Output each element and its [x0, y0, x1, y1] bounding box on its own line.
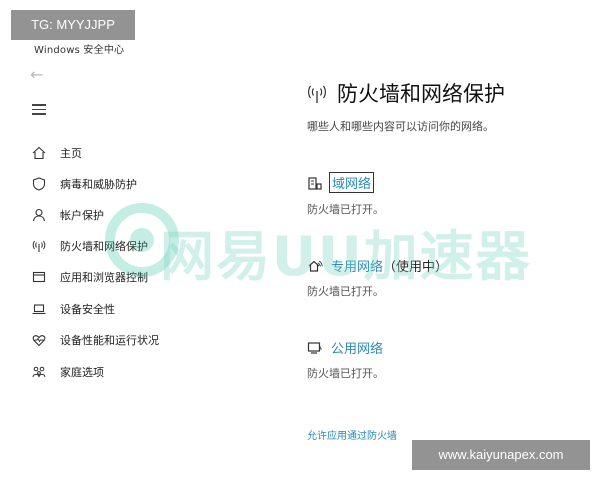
- watermark-text: 网易UU加速器: [160, 225, 532, 288]
- overlay-badge-top-left: TG: MYYJJPP: [11, 10, 135, 40]
- back-arrow-icon[interactable]: ←: [30, 66, 48, 84]
- network-status: 防火墙已打开。: [307, 367, 384, 380]
- browser-window-icon: [31, 269, 47, 285]
- laptop-icon: [31, 301, 47, 317]
- network-item-public[interactable]: 公用网络 防火墙已打开。: [307, 338, 600, 388]
- allow-app-through-firewall-link[interactable]: 允许应用通过防火墙: [307, 427, 397, 442]
- sidebar-item-virus-protection[interactable]: 病毒和威胁防护: [0, 170, 215, 198]
- sidebar-item-device-security[interactable]: 设备安全性: [0, 295, 215, 323]
- wifi-antenna-icon: [307, 84, 327, 104]
- sidebar-item-label: 设备安全性: [60, 303, 115, 316]
- sidebar-item-label: 帐户保护: [60, 209, 104, 222]
- page-title: 防火墙和网络保护: [337, 82, 505, 106]
- sidebar-item-home[interactable]: 主页: [0, 139, 215, 167]
- shield-icon: [31, 176, 47, 192]
- network-name-link[interactable]: 域网络: [329, 172, 375, 193]
- page-subtitle: 哪些人和哪些内容可以访问你的网络。: [307, 120, 494, 133]
- hamburger-menu-icon[interactable]: [32, 104, 46, 116]
- heart-pulse-icon: [31, 332, 47, 348]
- public-network-icon: [307, 340, 323, 356]
- sidebar-item-device-performance[interactable]: 设备性能和运行状况: [0, 326, 215, 354]
- window-title: Windows 安全中心: [34, 45, 125, 56]
- overlay-badge-bottom-right: www.kaiyunapex.com: [412, 440, 590, 470]
- network-name-link[interactable]: 公用网络: [331, 338, 383, 357]
- home-icon: [31, 145, 47, 161]
- person-icon: [31, 207, 47, 223]
- sidebar-item-label: 设备性能和运行状况: [60, 334, 159, 347]
- family-icon: [31, 364, 47, 380]
- sidebar-item-label: 病毒和威胁防护: [60, 178, 137, 191]
- domain-network-icon: [307, 176, 323, 192]
- wifi-antenna-icon: [31, 238, 47, 254]
- sidebar-item-label: 主页: [60, 147, 82, 160]
- sidebar-item-family-options[interactable]: 家庭选项: [0, 358, 215, 386]
- sidebar-item-label: 家庭选项: [60, 366, 104, 379]
